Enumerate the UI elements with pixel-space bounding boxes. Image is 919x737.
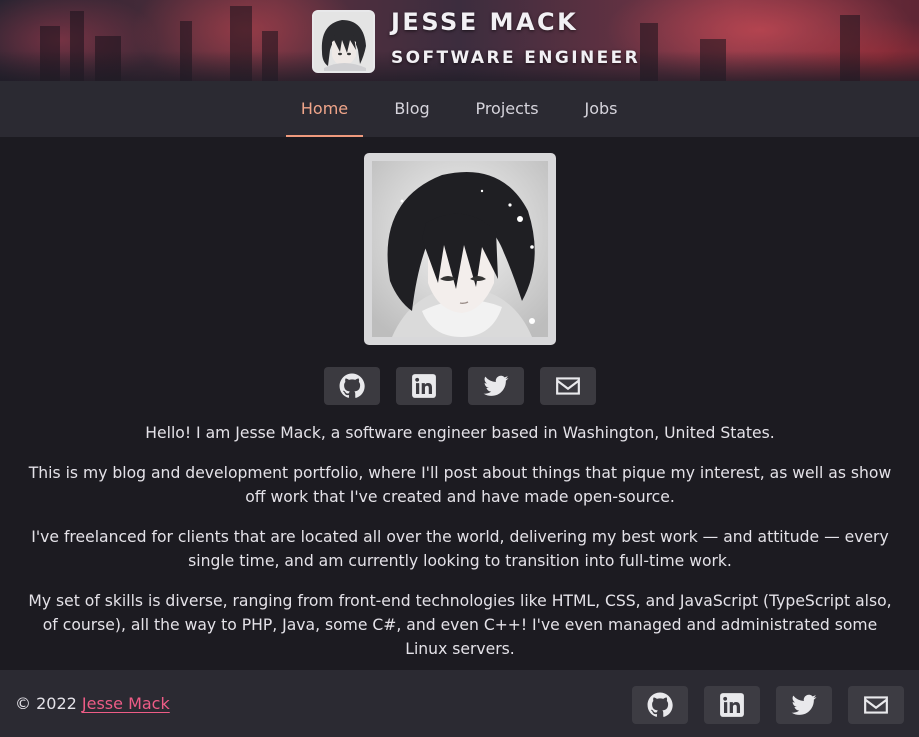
anime-character-portrait-icon [372, 161, 548, 337]
nav-blog[interactable]: Blog [382, 81, 442, 137]
nav-jobs[interactable]: Jobs [572, 81, 630, 137]
copyright-prefix: © 2022 [15, 694, 77, 713]
github-icon [339, 373, 365, 398]
anime-character-avatar-icon [314, 12, 373, 71]
github-button[interactable] [324, 367, 380, 405]
twitter-icon [791, 694, 817, 715]
copyright-author-link[interactable]: Jesse Mack [82, 694, 170, 713]
footer-email-button[interactable] [848, 686, 904, 724]
skills-paragraph: My set of skills is diverse, ranging fro… [28, 592, 892, 658]
github-icon [647, 692, 673, 717]
nav-home[interactable]: Home [286, 81, 363, 137]
portfolio-paragraph: This is my blog and development portfoli… [28, 464, 892, 506]
email-icon [864, 696, 888, 714]
profile-photo [364, 153, 556, 345]
freelance-paragraph: I've freelanced for clients that are loc… [31, 528, 889, 570]
twitter-icon [483, 375, 509, 396]
profile-social-links [324, 367, 596, 405]
header-avatar[interactable] [312, 10, 375, 73]
intro-paragraph: Hello! I am Jesse Mack, a software engin… [145, 424, 775, 442]
footer-twitter-button[interactable] [776, 686, 832, 724]
linkedin-button[interactable] [396, 367, 452, 405]
twitter-button[interactable] [468, 367, 524, 405]
site-subtitle: SOFTWARE ENGINEER [391, 48, 641, 68]
copyright: © 2022 Jesse Mack [15, 694, 170, 713]
linkedin-icon [412, 374, 436, 398]
email-icon [556, 377, 580, 395]
site-title: JESSE MACK [391, 8, 579, 36]
email-button[interactable] [540, 367, 596, 405]
linkedin-icon [720, 693, 744, 717]
footer: © 2022 Jesse Mack [0, 670, 919, 737]
about-section: Hello! I am Jesse Mack, a software engin… [22, 421, 898, 677]
header-banner: JESSE MACK SOFTWARE ENGINEER [0, 0, 919, 81]
nav-projects[interactable]: Projects [464, 81, 550, 137]
footer-linkedin-button[interactable] [704, 686, 760, 724]
main-nav: Home Blog Projects Jobs [0, 81, 919, 137]
footer-github-button[interactable] [632, 686, 688, 724]
